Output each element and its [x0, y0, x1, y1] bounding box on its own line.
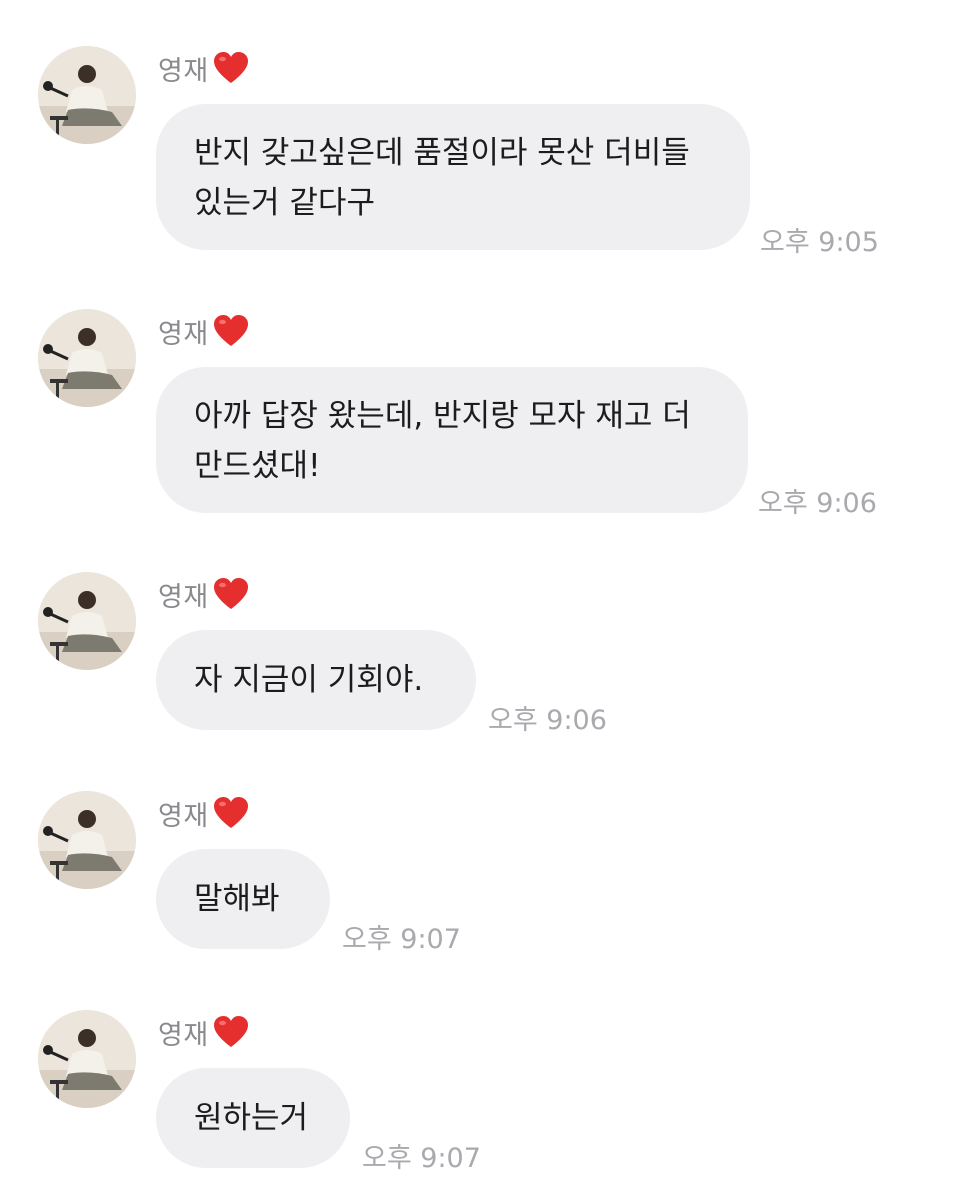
message-bubble[interactable]: 반지 갖고싶은데 품절이라 못산 더비들 있는거 같다구	[156, 104, 750, 250]
avatar[interactable]	[38, 1010, 136, 1108]
red-heart-icon	[213, 51, 249, 85]
message-timestamp: 오후 9:05	[760, 227, 879, 258]
red-heart-icon	[213, 1015, 249, 1049]
avatar-photo-icon	[38, 1010, 136, 1108]
message-bubble[interactable]: 아까 답장 왔는데, 반지랑 모자 재고 더 만드셨대!	[156, 367, 748, 513]
red-heart-icon	[213, 796, 249, 830]
sender-name: 영재	[158, 800, 209, 832]
sender-name: 영재	[158, 318, 209, 350]
avatar-photo-icon	[38, 309, 136, 407]
avatar-photo-icon	[38, 572, 136, 670]
message-timestamp: 오후 9:07	[342, 924, 461, 955]
sender-header: 영재	[158, 48, 249, 88]
red-heart-icon	[213, 314, 249, 348]
sender-header: 영재	[158, 793, 249, 833]
avatar[interactable]	[38, 791, 136, 889]
avatar-photo-icon	[38, 791, 136, 889]
sender-header: 영재	[158, 311, 249, 351]
sender-name: 영재	[158, 1019, 209, 1051]
red-heart-icon	[213, 577, 249, 611]
avatar[interactable]	[38, 46, 136, 144]
sender-header: 영재	[158, 1012, 249, 1052]
message-bubble[interactable]: 말해봐	[156, 849, 330, 949]
sender-header: 영재	[158, 574, 249, 614]
sender-name: 영재	[158, 55, 209, 87]
message-timestamp: 오후 9:07	[362, 1143, 481, 1174]
message-timestamp: 오후 9:06	[488, 705, 607, 736]
avatar-photo-icon	[38, 46, 136, 144]
avatar[interactable]	[38, 309, 136, 407]
message-bubble[interactable]: 원하는거	[156, 1068, 350, 1168]
message-timestamp: 오후 9:06	[758, 488, 877, 519]
sender-name: 영재	[158, 581, 209, 613]
message-bubble[interactable]: 자 지금이 기회야.	[156, 630, 476, 730]
avatar[interactable]	[38, 572, 136, 670]
